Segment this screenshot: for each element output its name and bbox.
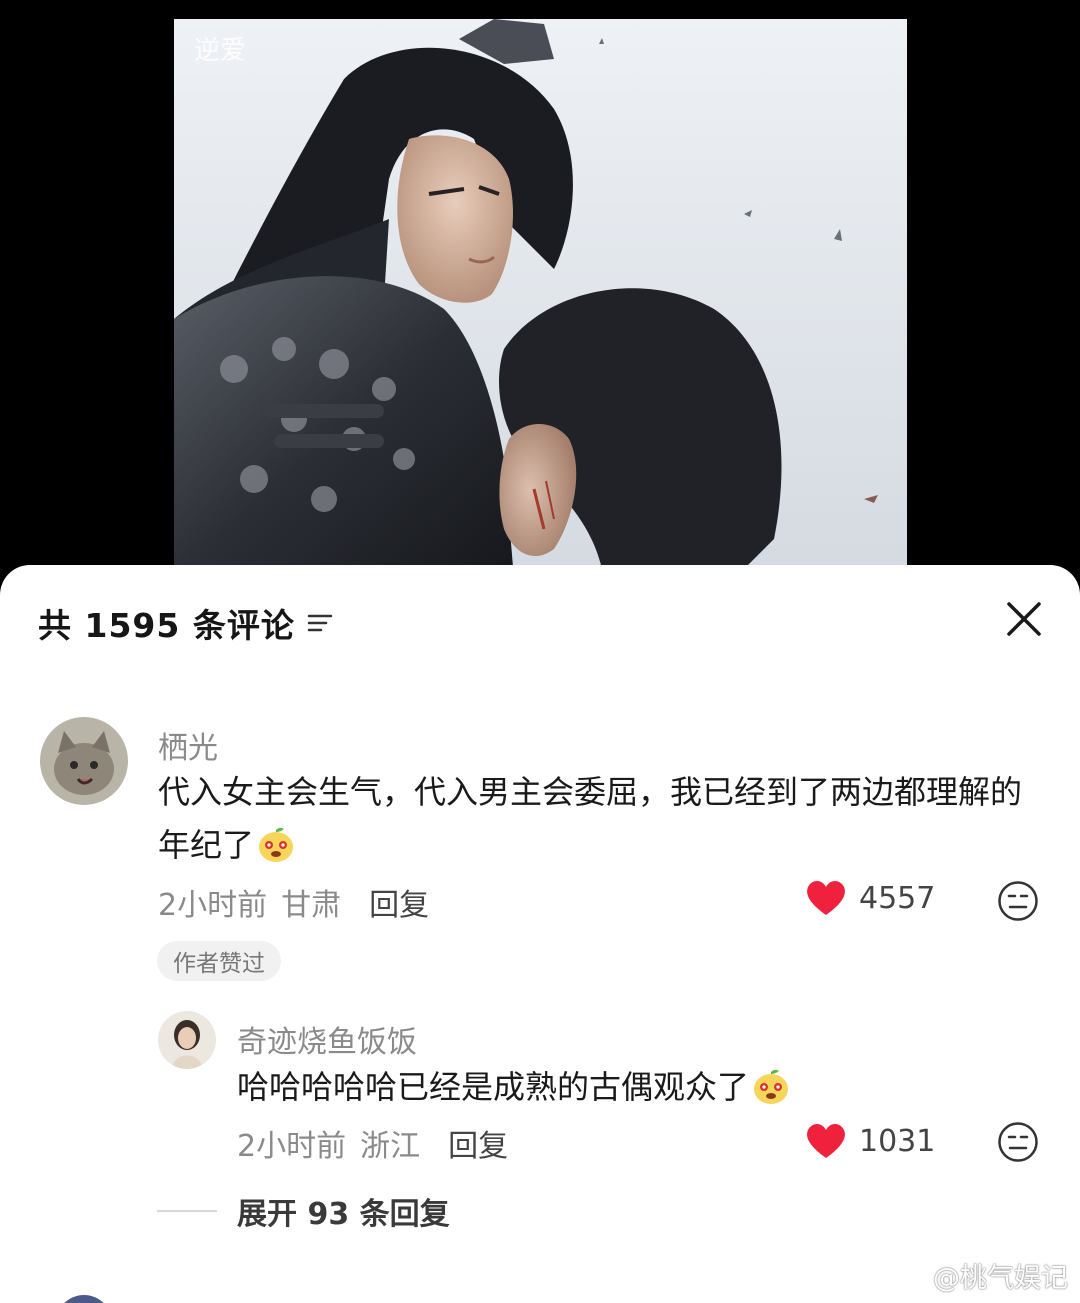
watermark: @桃气娱记 [893, 1256, 1068, 1295]
reply-dislike-icon[interactable] [997, 1121, 1039, 1163]
reply-username[interactable]: 奇迹烧鱼饭饭 [237, 1017, 417, 1061]
cat-avatar-image [40, 717, 128, 805]
like-count: 4557 [859, 880, 936, 916]
expand-replies-label: 展开 93 条回复 [237, 1197, 450, 1232]
reply-time: 2小时前 [237, 1129, 347, 1164]
expand-replies-button[interactable]: 展开 93 条回复 [157, 1189, 450, 1233]
author-liked-badge: 作者赞过 [157, 941, 281, 981]
filter-icon[interactable] [307, 612, 333, 634]
mascot-emoji-icon [754, 1069, 789, 1104]
comment-time: 2小时前 [158, 888, 268, 923]
reply-like-button[interactable]: 1031 [805, 1122, 935, 1160]
dislike-icon[interactable] [997, 880, 1039, 922]
watermark-text: @桃气娱记 [933, 1263, 1068, 1294]
comment-sheet: 共 1595 条评论 栖光 代入女主会生气，代入男主会委屈，我已经到了两边都理解… [0, 565, 1080, 1303]
comment-username[interactable]: 栖光 [158, 723, 218, 767]
reply-location: 浙江 [360, 1129, 421, 1164]
reply-like-count: 1031 [859, 1123, 936, 1159]
next-comment-avatar[interactable] [56, 1295, 112, 1303]
heart-icon [807, 881, 845, 915]
comment-location: 甘肃 [281, 888, 342, 923]
svg-text:逆爱: 逆爱 [194, 36, 244, 66]
avatar[interactable] [40, 717, 128, 805]
expand-divider [157, 1210, 217, 1212]
comment-meta: 2小时前 甘肃 回复 [158, 880, 429, 924]
screen: 逆爱 共 1595 条评论 栖光 代入女主会生气，代入男主会委屈，我已经到了两边… [0, 0, 1080, 1303]
mascot-emoji-icon [259, 827, 294, 862]
close-icon[interactable] [1004, 599, 1044, 639]
sheet-header: 共 1595 条评论 [38, 601, 333, 645]
reply-button[interactable]: 回复 [369, 880, 429, 924]
like-button[interactable]: 4557 [805, 879, 935, 917]
reply-text-block: 哈哈哈哈哈已经是成熟的古偶观众了 [237, 1061, 997, 1114]
comment-count-title: 共 1595 条评论 [38, 606, 295, 645]
reply-text: 哈哈哈哈哈已经是成熟的古偶观众了 [237, 1068, 750, 1106]
girl-avatar-image [158, 1011, 216, 1069]
reply-reply-button[interactable]: 回复 [448, 1121, 508, 1165]
reply-meta: 2小时前 浙江 回复 [237, 1121, 508, 1165]
video-still [174, 19, 907, 579]
reply-avatar[interactable] [158, 1011, 216, 1069]
video-frame[interactable]: 逆爱 [174, 19, 907, 579]
drama-logo: 逆爱 [194, 36, 244, 66]
heart-icon [807, 1124, 845, 1158]
comment-text-block: 代入女主会生气，代入男主会委屈，我已经到了两边都理解的年纪了 [158, 766, 1028, 872]
weibo-logo-icon [893, 1264, 926, 1289]
